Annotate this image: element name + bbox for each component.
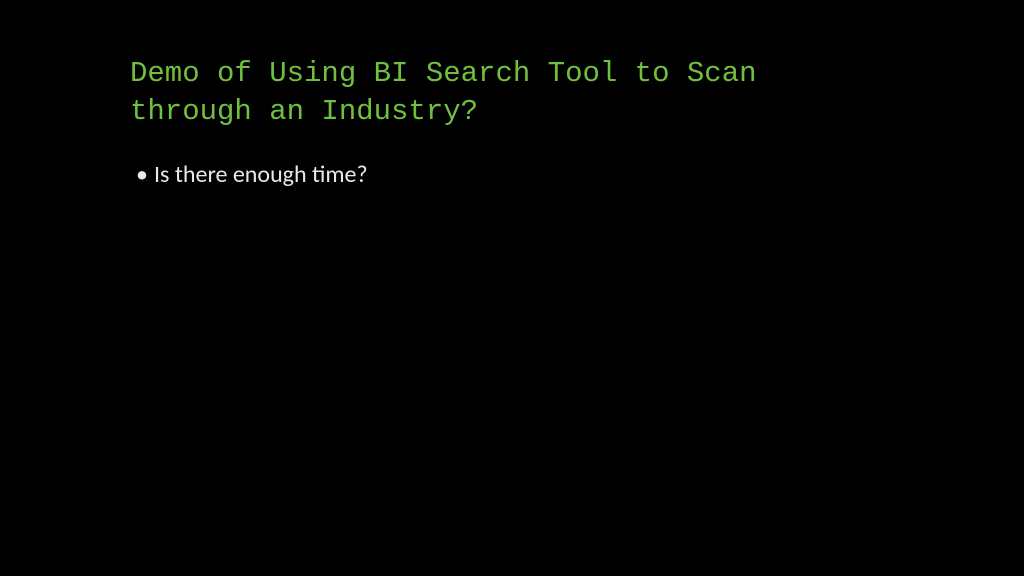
slide-title: Demo of Using BI Search Tool to Scan thr… <box>130 55 894 130</box>
bullet-list: Is there enough time? <box>130 158 894 192</box>
bullet-item: Is there enough time? <box>154 158 894 192</box>
slide-container: Demo of Using BI Search Tool to Scan thr… <box>0 0 1024 576</box>
